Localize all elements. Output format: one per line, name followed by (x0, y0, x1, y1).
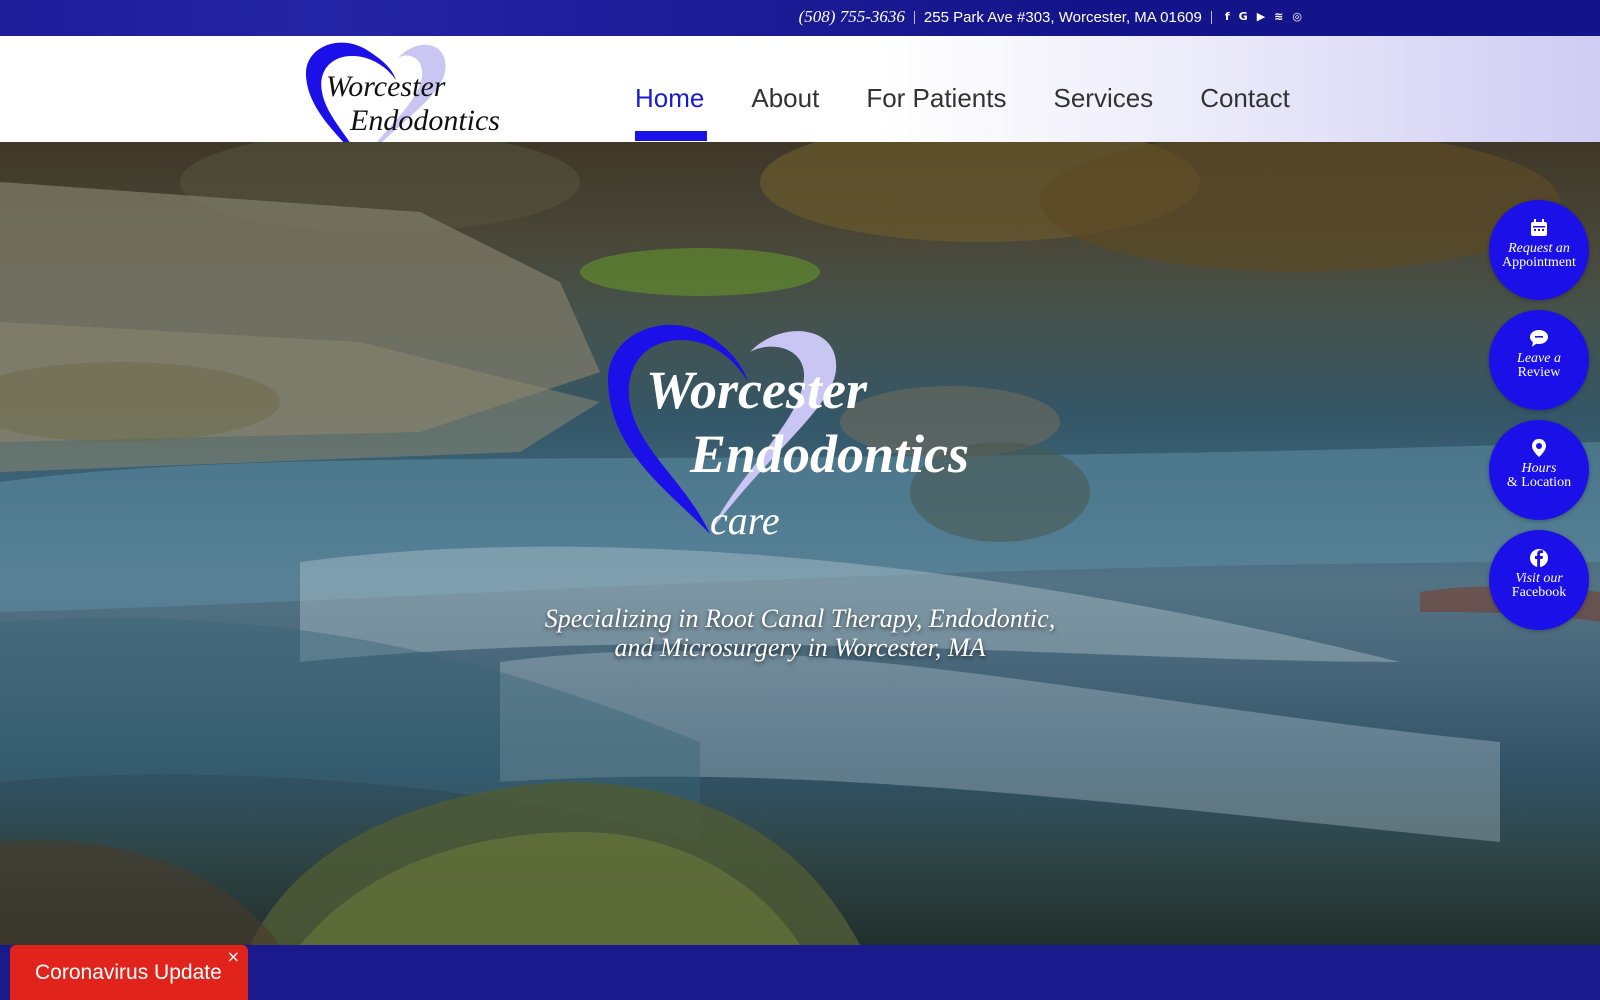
close-icon[interactable]: × (227, 947, 240, 966)
side-button-line2: Appointment (1502, 255, 1576, 270)
hero-tagline: Specializing in Root Canal Therapy, Endo… (500, 604, 1100, 662)
hours-location-button[interactable]: Hours & Location (1489, 420, 1589, 520)
logo-line2: Endodontics (349, 104, 500, 137)
logo-line1: Worcester (326, 70, 446, 103)
side-button-line2: & Location (1506, 475, 1572, 490)
tagline-line2: and Microsurgery in Worcester, MA (614, 633, 986, 662)
hero-logo-line3: care (710, 498, 780, 543)
hero-banner: Worcester Endodontics care Specializing … (0, 142, 1600, 945)
coronavirus-update-label: Coronavirus Update (35, 961, 222, 984)
top-utility-bar: (508) 755-3636 | 255 Park Ave #303, Worc… (0, 0, 1600, 36)
site-header: Worcester Endodontics care Home About Fo… (0, 36, 1600, 169)
address-link[interactable]: 255 Park Ave #303, Worcester, MA 01609 (924, 9, 1202, 26)
facebook-icon (1530, 549, 1548, 567)
chat-icon (1530, 330, 1548, 347)
contact-info: (508) 755-3636 | 255 Park Ave #303, Worc… (799, 7, 1302, 27)
location-pin-icon (1532, 439, 1546, 457)
calendar-icon (1531, 219, 1547, 236)
hero-logo-line1: Worcester (646, 360, 868, 420)
instagram-icon[interactable]: ◎ (1292, 10, 1302, 24)
hero-logo-line2: Endodontics (689, 424, 969, 484)
side-button-line1: Request an (1508, 241, 1570, 256)
coronavirus-update-tab[interactable]: Coronavirus Update × (10, 945, 248, 1000)
google-icon[interactable]: G (1239, 10, 1248, 24)
separator: | (912, 8, 916, 25)
visit-facebook-button[interactable]: Visit our Facebook (1489, 530, 1589, 630)
leave-review-button[interactable]: Leave a Review (1489, 310, 1589, 410)
tagline-line1: Specializing in Root Canal Therapy, Endo… (544, 604, 1056, 633)
nav-for-patients[interactable]: For Patients (866, 72, 1006, 142)
side-button-line1: Visit our (1515, 571, 1563, 586)
social-links: f G ▶ ≋ ◎ (1225, 10, 1302, 24)
nav-contact[interactable]: Contact (1200, 72, 1290, 142)
facebook-icon[interactable]: f (1225, 10, 1230, 24)
rss-icon[interactable]: ≋ (1274, 10, 1283, 24)
side-button-line2: Facebook (1511, 585, 1567, 600)
nav-services[interactable]: Services (1053, 72, 1153, 142)
phone-link[interactable]: (508) 755-3636 (799, 7, 905, 27)
active-nav-indicator (635, 131, 707, 141)
side-button-line1: Leave a (1517, 351, 1561, 366)
main-nav: Home About For Patients Services Contact (635, 72, 1290, 142)
separator: | (1209, 8, 1213, 25)
request-appointment-button[interactable]: Request an Appointment (1489, 200, 1589, 300)
youtube-icon[interactable]: ▶ (1257, 10, 1265, 24)
side-button-line1: Hours (1521, 461, 1557, 476)
side-button-line2: Review (1517, 365, 1561, 380)
nav-about[interactable]: About (751, 72, 819, 142)
hero-logo: Worcester Endodontics care (607, 324, 969, 543)
